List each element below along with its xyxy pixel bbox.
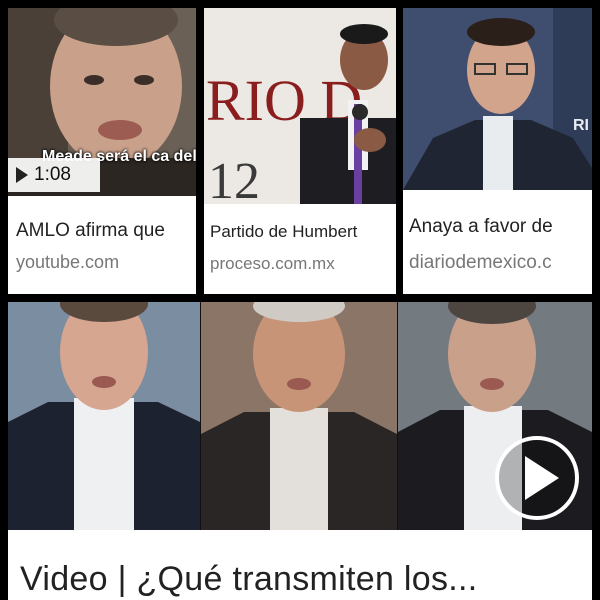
result-card-1[interactable]: Meade será el ca del... AMLO 1:08 AMLO a… — [8, 8, 196, 294]
featured-video-card[interactable]: Video | ¿Qué transmiten los... — [8, 302, 592, 600]
duration-badge: 1:08 — [8, 158, 100, 192]
article-thumbnail[interactable]: RI — [403, 8, 592, 190]
thumbnail-image: RIO D 12 — [204, 8, 396, 204]
video-thumbnail[interactable]: Meade será el ca del... AMLO 1:08 — [8, 8, 196, 196]
result-source: proceso.com.mx — [210, 254, 335, 273]
featured-thumbnail[interactable] — [8, 302, 592, 530]
result-card-2[interactable]: RIO D 12 Partido de Humbert proceso.com.… — [204, 8, 396, 294]
result-source: diariodemexico.c — [409, 252, 552, 273]
result-title[interactable]: AMLO afirma que — [16, 220, 194, 242]
play-circle-icon — [495, 436, 579, 520]
featured-title[interactable]: Video | ¿Qué transmiten los... — [20, 560, 478, 599]
result-title[interactable]: Anaya a favor de — [409, 216, 592, 238]
result-title[interactable]: Partido de Humbert — [210, 222, 396, 242]
play-icon — [16, 167, 28, 183]
article-thumbnail[interactable]: RIO D 12 — [204, 8, 396, 204]
thumbnail-image — [8, 302, 592, 530]
result-card-3[interactable]: RI Anaya a favor de diariodemexico.c — [403, 8, 592, 294]
backdrop-text: RI — [573, 117, 589, 134]
result-source: youtube.com — [16, 252, 120, 272]
thumbnail-image: RI — [403, 8, 592, 190]
backdrop-number: 12 — [208, 153, 260, 204]
duration-text: 1:08 — [34, 164, 71, 185]
